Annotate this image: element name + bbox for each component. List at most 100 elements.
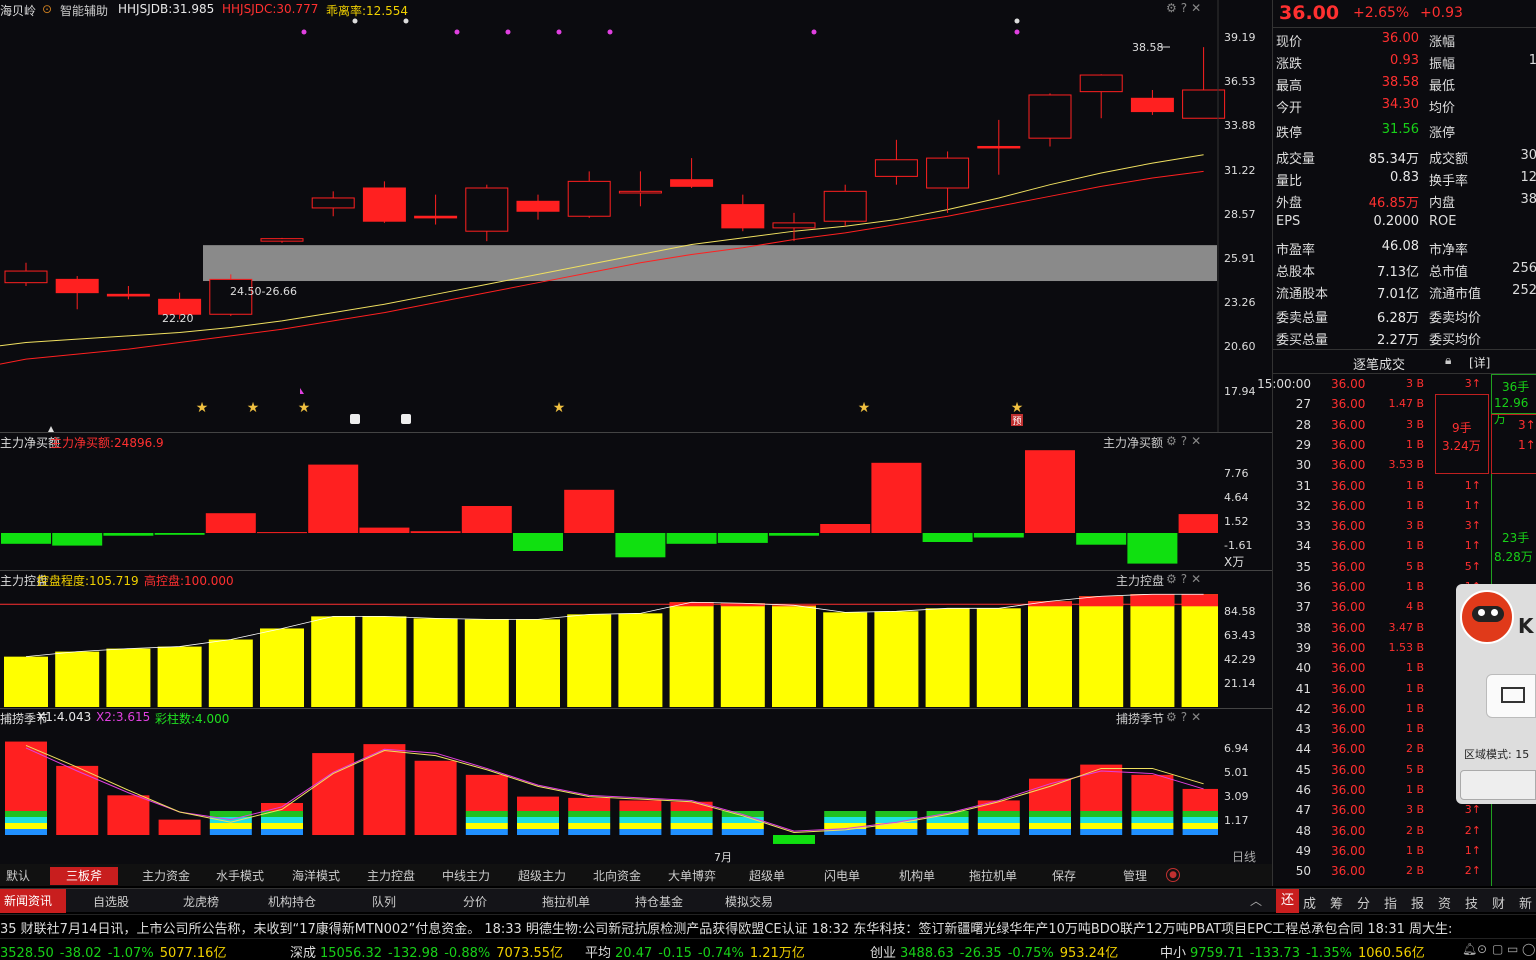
price-chart[interactable]: ★ ★ ★ ★ ★ ★预24.50-26.6622.2038.58 [0,0,1272,432]
right-tab-1[interactable]: 成 [1303,893,1316,912]
trade-volume: 2 B [1405,864,1424,878]
season-bar [363,744,406,835]
quote-label-2: 振幅 [1429,57,1456,72]
tab-11[interactable]: 闪电单 [818,867,866,885]
quote-edge-value: 256 [1512,261,1536,276]
control-bar [208,639,253,707]
net-buy-chart[interactable] [0,433,1218,571]
trades-detail-link[interactable]: [详] [1469,354,1490,371]
quote-label: 量比 [1276,174,1303,189]
tab-15[interactable]: 管理 [1117,867,1153,885]
control-bar [772,605,816,707]
right-tab-3[interactable]: 分 [1357,893,1370,912]
right-tab-7[interactable]: 技 [1465,893,1478,912]
control-bar [1181,594,1218,707]
tab-2[interactable]: 主力资金 [136,867,196,885]
trade-time: 37 [1295,600,1311,615]
color-stripe [1182,811,1218,817]
quote-row: 委卖总量 6.28万 委卖均价 [1273,305,1536,327]
widget-input[interactable] [1460,770,1536,800]
tab-5[interactable]: 主力控盘 [361,867,421,885]
news-tab-5[interactable]: 分价 [463,893,487,910]
index-item[interactable]: 深成 15056.32 -132.98 -0.88% 7073.55亿 [290,942,563,960]
net-buy-bar [1178,514,1218,533]
quote-value: 85.34万 [1368,152,1419,167]
control-chart[interactable] [0,571,1218,709]
news-tab-2[interactable]: 龙虎榜 [183,893,219,910]
quote-edge-value: 30 [1520,148,1536,163]
quote-row: 量比 0.83 换手率 12 [1273,168,1536,190]
status-icon[interactable]: ◯ [1522,942,1535,956]
news-tab-8[interactable]: 模拟交易 [725,893,773,910]
right-tab-0[interactable]: 还 [1276,889,1300,913]
index-pct: -0.75% [1007,946,1054,960]
news-tab-7[interactable]: 持仓基金 [635,893,683,910]
floating-widget[interactable]: K 区域模式: 15 [1456,584,1536,804]
control-bar [106,648,151,707]
status-icon[interactable]: 🔔︎ [1462,942,1477,956]
period-label[interactable]: 日线 [1232,848,1256,865]
news-tab-4[interactable]: 队列 [372,893,396,910]
status-icon[interactable]: ▭ [1507,942,1518,956]
right-tab-8[interactable]: 财 [1492,893,1505,912]
trade-price: 36.00 [1331,742,1366,757]
collapse-icon[interactable]: ● [1166,868,1180,882]
control-axis-label: 84.58 [1224,605,1256,618]
news-tab-1[interactable]: 自选股 [93,893,129,910]
index-item[interactable]: 3528.50 -38.02 -1.07% 5077.16亿 [0,942,226,960]
news-tab-0[interactable]: 新闻资讯 [0,889,66,913]
net-buy-bar [973,533,1024,538]
index-item[interactable]: 创业 3488.63 -26.35 -0.75% 953.24亿 [870,942,1118,960]
right-tab-5[interactable]: 报 [1411,893,1424,912]
color-stripe [568,823,611,829]
quote-value: 7.01亿 [1377,287,1419,302]
tab-14[interactable]: 保存 [1046,867,1082,885]
quote-label: 最高 [1276,79,1303,94]
tab-9[interactable]: 大单博弈 [662,867,722,885]
right-tab-2[interactable]: 筹 [1330,893,1343,912]
lock-icon[interactable]: 🔒︎ [1445,353,1451,368]
tab-13[interactable]: 拖拉机单 [963,867,1023,885]
tab-12[interactable]: 机构单 [893,867,941,885]
net-buy-bar [922,533,973,542]
quote-row: 最高 38.58 最低 [1273,73,1536,95]
index-item[interactable]: 中小 9759.71 -133.73 -1.35% 1060.56亿 [1160,942,1425,960]
monitor-icon[interactable] [1486,674,1536,718]
tab-8[interactable]: 北向资金 [587,867,647,885]
mascot-avatar-icon[interactable] [1460,590,1514,644]
chevron-up-icon[interactable]: ︿ [1250,892,1262,909]
status-icon[interactable]: ▢ [1492,942,1503,956]
news-tab-6[interactable]: 拖拉机单 [542,893,590,910]
control-panel: 主力控盘 控盘程度:105.719 高控盘:100.000 主力控盘 ⚙?✕ 8… [0,570,1272,708]
tab-1[interactable]: 三板斧 [50,867,118,885]
color-stripe [465,811,508,817]
news-ticker-text: 35 财联社7月14日讯，上市公司所公告称，未收到“17康得新MTN002”付息… [0,922,1453,936]
quote-label-2: 内盘 [1429,196,1456,211]
trade-volume: 1 B [1405,437,1424,451]
status-icon[interactable]: ⊙ [1477,942,1487,956]
index-item[interactable]: 平均 20.47 -0.15 -0.74% 1.21万亿 [585,942,805,960]
news-tab-3[interactable]: 机构持仓 [268,893,316,910]
signal-dot [352,18,358,24]
control-bar [976,608,1021,707]
net-buy-bar [615,533,666,558]
tab-7[interactable]: 超级主力 [512,867,572,885]
tab-3[interactable]: 水手模式 [210,867,270,885]
color-stripe [670,823,713,829]
tab-10[interactable]: 超级单 [743,867,791,885]
index-chg: -0.15 [658,946,692,960]
color-stripe [517,823,559,829]
index-chg: -26.35 [959,946,1002,960]
news-ticker[interactable]: 35 财联社7月14日讯，上市公司所公告称，未收到“17康得新MTN002”付息… [0,914,1536,936]
tab-4[interactable]: 海洋模式 [286,867,346,885]
right-tab-9[interactable]: 新 [1519,893,1532,912]
quote-edge-value: 12 [1520,170,1536,185]
trade-volume: 1 B [1405,681,1424,695]
candle-body [4,270,48,284]
right-tab-4[interactable]: 指 [1384,893,1397,912]
tab-0[interactable]: 默认 [0,867,36,885]
tab-6[interactable]: 中线主力 [436,867,496,885]
trade-volume: 1.53 B [1388,640,1424,654]
right-tab-6[interactable]: 资 [1438,893,1451,912]
season-chart[interactable] [0,709,1218,849]
